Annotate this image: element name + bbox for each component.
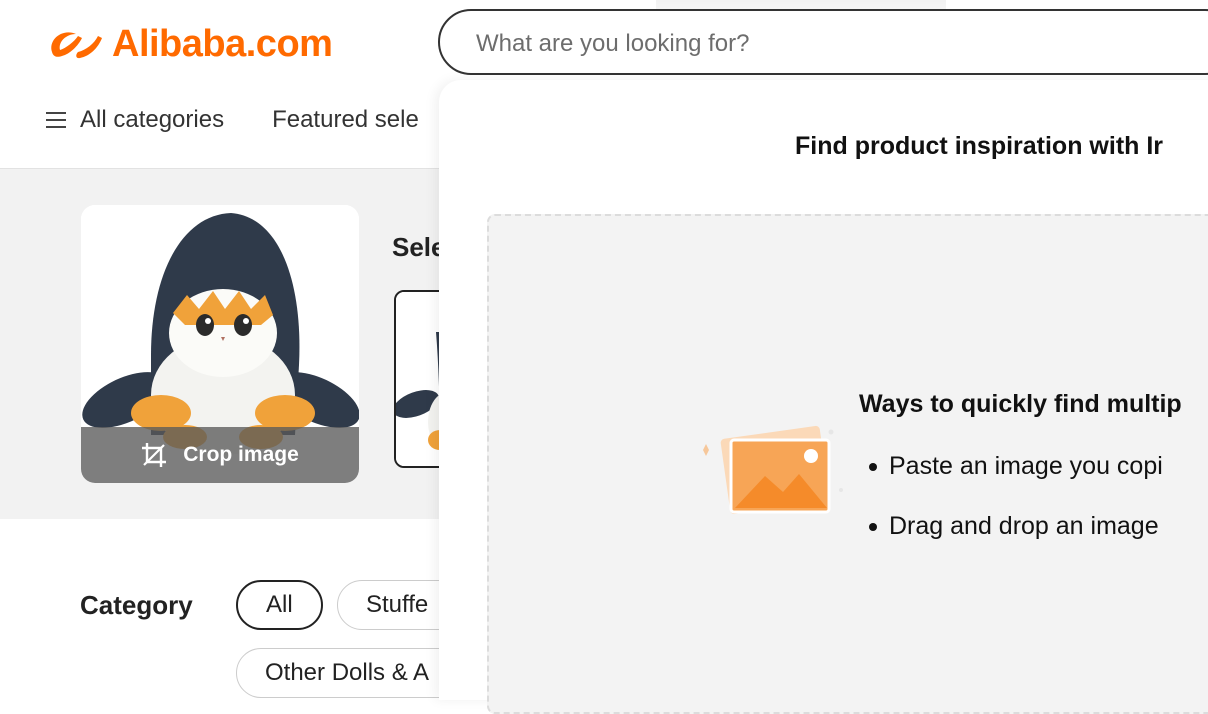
uploaded-image-thumbnail[interactable]: Crop image <box>81 205 359 483</box>
image-search-panel: Find product inspiration with Ir Ways to… <box>439 80 1208 714</box>
ways-heading: Ways to quickly find multip <box>859 390 1182 418</box>
crop-image-label: Crop image <box>183 443 299 466</box>
search-input[interactable] <box>474 29 1178 59</box>
ways-item-paste-text: Paste an image you copi <box>889 452 1163 480</box>
crop-icon <box>142 443 167 467</box>
category-label: Category <box>80 590 193 620</box>
alibaba-logo[interactable]: Alibaba.com <box>44 22 333 66</box>
ways-item-paste: Paste an image you copi <box>869 452 1163 481</box>
top-nav: All categories Featured sele <box>46 106 467 134</box>
alibaba-logo-icon <box>51 32 102 59</box>
ways-item-drag-drop-text: Drag and drop an image <box>889 512 1159 540</box>
category-chip-all[interactable]: All <box>236 580 323 630</box>
nav-all-categories[interactable]: All categories <box>80 106 224 134</box>
ways-item-drag-drop: Drag and drop an image <box>869 512 1159 541</box>
bullet-icon <box>869 463 877 472</box>
hamburger-icon[interactable] <box>46 112 66 128</box>
select-object-label: Sele <box>392 232 446 262</box>
image-upload-icon <box>703 425 843 515</box>
bullet-icon <box>869 523 877 532</box>
panel-title: Find product inspiration with Ir <box>795 132 1164 160</box>
search-bar[interactable] <box>438 9 1208 75</box>
logo-text: Alibaba.com <box>112 22 333 65</box>
nav-featured-selections[interactable]: Featured sele <box>272 106 419 134</box>
crop-image-button[interactable]: Crop image <box>81 427 359 483</box>
